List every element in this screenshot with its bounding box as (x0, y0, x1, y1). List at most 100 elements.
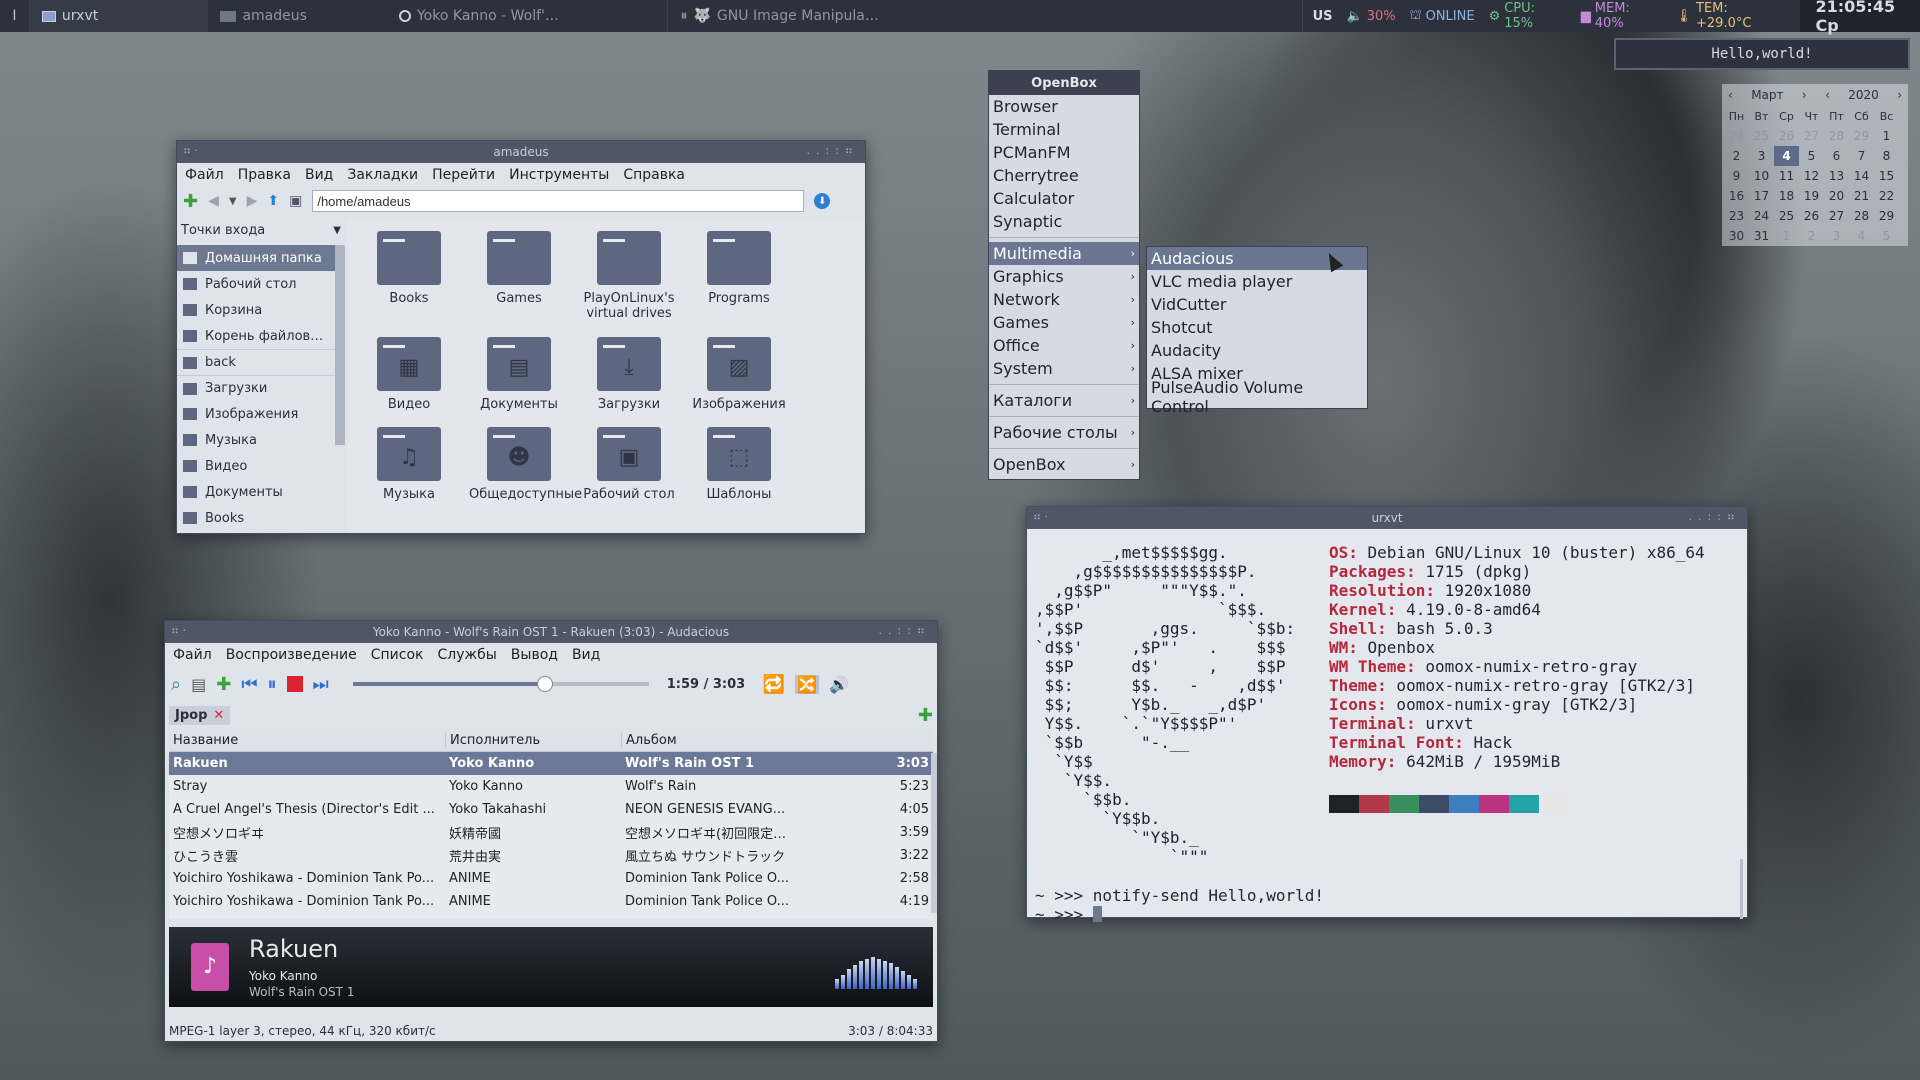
calendar-day[interactable]: 3 (1824, 226, 1849, 246)
calendar-day[interactable]: 2 (1724, 146, 1749, 166)
calendar-day[interactable]: 25 (1774, 206, 1799, 226)
playlist-row[interactable]: Rakuen Yoko Kanno Wolf's Rain OST 1 3:03 (169, 752, 933, 775)
folder-item[interactable]: ♫ Музыка (359, 427, 459, 502)
calendar-day[interactable]: 1 (1874, 126, 1899, 146)
menu-playback[interactable]: Воспроизведение (226, 647, 357, 663)
stop-icon[interactable] (286, 676, 303, 692)
menu-output[interactable]: Вывод (511, 647, 558, 663)
calendar-day[interactable]: 18 (1774, 186, 1799, 206)
calendar-day[interactable]: 19 (1799, 186, 1824, 206)
media-widget[interactable]: ⏸ 🐺 GNU Image Manipula… (668, 0, 1303, 32)
history-icon[interactable]: ▼ (229, 196, 237, 207)
calendar-grid[interactable]: Пн Вт Ср Чт Пт Сб Вс 24 25 26 27 28 29 1 2 3 4 5 6 7 8 9 10 11… (1724, 106, 1899, 246)
column-title[interactable]: Название (169, 733, 445, 748)
window-controls[interactable]: ..::⠶ (879, 624, 931, 637)
forward-icon[interactable]: ▶ (247, 193, 258, 209)
calendar-day[interactable]: 27 (1799, 126, 1824, 146)
calendar-day[interactable]: 24 (1749, 206, 1774, 226)
calendar-day[interactable]: 5 (1799, 146, 1824, 166)
place-item[interactable]: back (177, 349, 345, 375)
calendar-day[interactable]: 8 (1874, 146, 1899, 166)
menu-openbox[interactable]: OpenBox › (989, 453, 1139, 476)
calendar-day[interactable]: 20 (1824, 186, 1849, 206)
column-artist[interactable]: Исполнитель (445, 732, 621, 748)
menu-tools[interactable]: Инструменты (509, 167, 609, 183)
submenu-app[interactable]: Audacity (1147, 339, 1367, 362)
folder-item[interactable]: ⬚ Шаблоны (689, 427, 789, 502)
playlist-row[interactable]: ひこうき雲 荒井由実 風立ちぬ サウンドトラック 3:22 (169, 844, 933, 867)
calendar-day[interactable]: 28 (1824, 126, 1849, 146)
submenu-app[interactable]: PulseAudio Volume Control (1147, 378, 1367, 416)
notification-popup[interactable]: Hello,world! (1614, 38, 1910, 70)
calendar-day[interactable]: 6 (1824, 146, 1849, 166)
menu-app[interactable]: Calculator (989, 187, 1139, 210)
calendar-day[interactable]: 21 (1849, 186, 1874, 206)
menu-desktops[interactable]: Рабочие столы › (989, 421, 1139, 444)
home-icon[interactable]: ▣ (289, 193, 302, 209)
submenu-app[interactable]: Shotcut (1147, 316, 1367, 339)
folder-item[interactable]: ☻ Общедоступные (469, 427, 582, 502)
place-item[interactable]: Видео (177, 453, 345, 479)
calendar-day[interactable]: 29 (1849, 126, 1874, 146)
folder-item[interactable]: ▤ Документы (469, 337, 569, 412)
playlist-row[interactable]: A Cruel Angel's Thesis (Director's Edit … (169, 798, 933, 821)
terminal-scrollbar[interactable] (1740, 859, 1743, 919)
calendar-day[interactable]: 17 (1749, 186, 1774, 206)
sidebar-scrollbar[interactable] (335, 245, 345, 445)
playlist-scrollbar[interactable] (931, 753, 937, 913)
place-item[interactable]: Корзина (177, 297, 345, 323)
next-month-icon[interactable]: › (1802, 88, 1807, 102)
calendar-day[interactable]: 9 (1724, 166, 1749, 186)
place-item[interactable]: Books (177, 505, 345, 531)
calendar-day[interactable]: 5 (1874, 226, 1899, 246)
cpu-indicator[interactable]: ⚙ CPU: 15% (1489, 1, 1567, 31)
previous-icon[interactable]: ⏮ (241, 674, 257, 695)
calendar-day[interactable]: 26 (1774, 126, 1799, 146)
menu-edit[interactable]: Правка (238, 167, 291, 183)
window-menu-icon[interactable]: ⠶ · (183, 144, 198, 157)
place-item[interactable]: Корень файлов… (177, 323, 345, 349)
menu-app[interactable]: Browser (989, 95, 1139, 118)
pause-icon[interactable]: ⏸ (680, 8, 687, 24)
task-audacious[interactable]: Yoko Kanno - Wolf'… (387, 0, 669, 32)
calendar-day[interactable]: 15 (1874, 166, 1899, 186)
next-year-icon[interactable]: › (1897, 88, 1902, 102)
network-indicator[interactable]: ⛫ ONLINE (1410, 8, 1475, 25)
pause-icon[interactable]: ⏸ (268, 674, 277, 695)
seek-handle[interactable] (537, 676, 554, 692)
calendar-day[interactable]: 4 (1774, 146, 1799, 166)
new-tab-icon[interactable]: ✚ (183, 191, 198, 212)
go-icon[interactable]: ⬇ (814, 193, 831, 209)
playlist-tab[interactable]: Jpop ✕ (169, 705, 231, 725)
titlebar[interactable]: ⠶ · amadeus ..::⠶ (177, 141, 865, 163)
playlist-row[interactable]: Yoichiro Yoshikawa - Dominion Tank Po...… (169, 890, 933, 913)
menu-view[interactable]: Вид (572, 647, 600, 663)
menu-app[interactable]: PCManFM (989, 141, 1139, 164)
calendar-day[interactable]: 13 (1824, 166, 1849, 186)
menu-category[interactable]: Office › (989, 334, 1139, 357)
menu-app[interactable]: Synaptic (989, 210, 1139, 233)
place-item[interactable]: Загрузки (177, 375, 345, 401)
calendar-day[interactable]: 31 (1749, 226, 1774, 246)
calendar-day[interactable]: 3 (1749, 146, 1774, 166)
calendar-day[interactable]: 25 (1749, 126, 1774, 146)
shuffle-icon[interactable]: 🔀 (795, 674, 820, 694)
playlist-row[interactable]: 空想メソロギヰ 妖精帝國 空想メソロギヰ(初回限定… 3:59 (169, 821, 933, 844)
terminal-body[interactable]: _,met$$$$$gg. ,g$$$$$$$$$$$$$$$P. ,g$$P"… (1027, 529, 1747, 924)
folder-item[interactable]: Books (359, 231, 459, 306)
menu-file[interactable]: Файл (173, 647, 212, 663)
workspace-indicator[interactable]: I (0, 0, 30, 32)
calendar-day[interactable]: 24 (1724, 126, 1749, 146)
column-album[interactable]: Альбом (621, 732, 797, 748)
menu-category[interactable]: Games › (989, 311, 1139, 334)
menu-category[interactable]: Graphics › (989, 265, 1139, 288)
back-icon[interactable]: ◀ (208, 193, 219, 209)
calendar-day[interactable]: 10 (1749, 166, 1774, 186)
prev-month-icon[interactable]: ‹ (1728, 88, 1733, 102)
calendar-day[interactable]: 4 (1849, 226, 1874, 246)
mem-indicator[interactable]: ▆ MEM: 40% (1581, 1, 1662, 31)
calendar-day[interactable]: 23 (1724, 206, 1749, 226)
folder-item[interactable]: ▨ Изображения (689, 337, 789, 412)
menu-category[interactable]: Multimedia › (989, 242, 1139, 265)
folder-item[interactable]: ⤓ Загрузки (579, 337, 679, 412)
